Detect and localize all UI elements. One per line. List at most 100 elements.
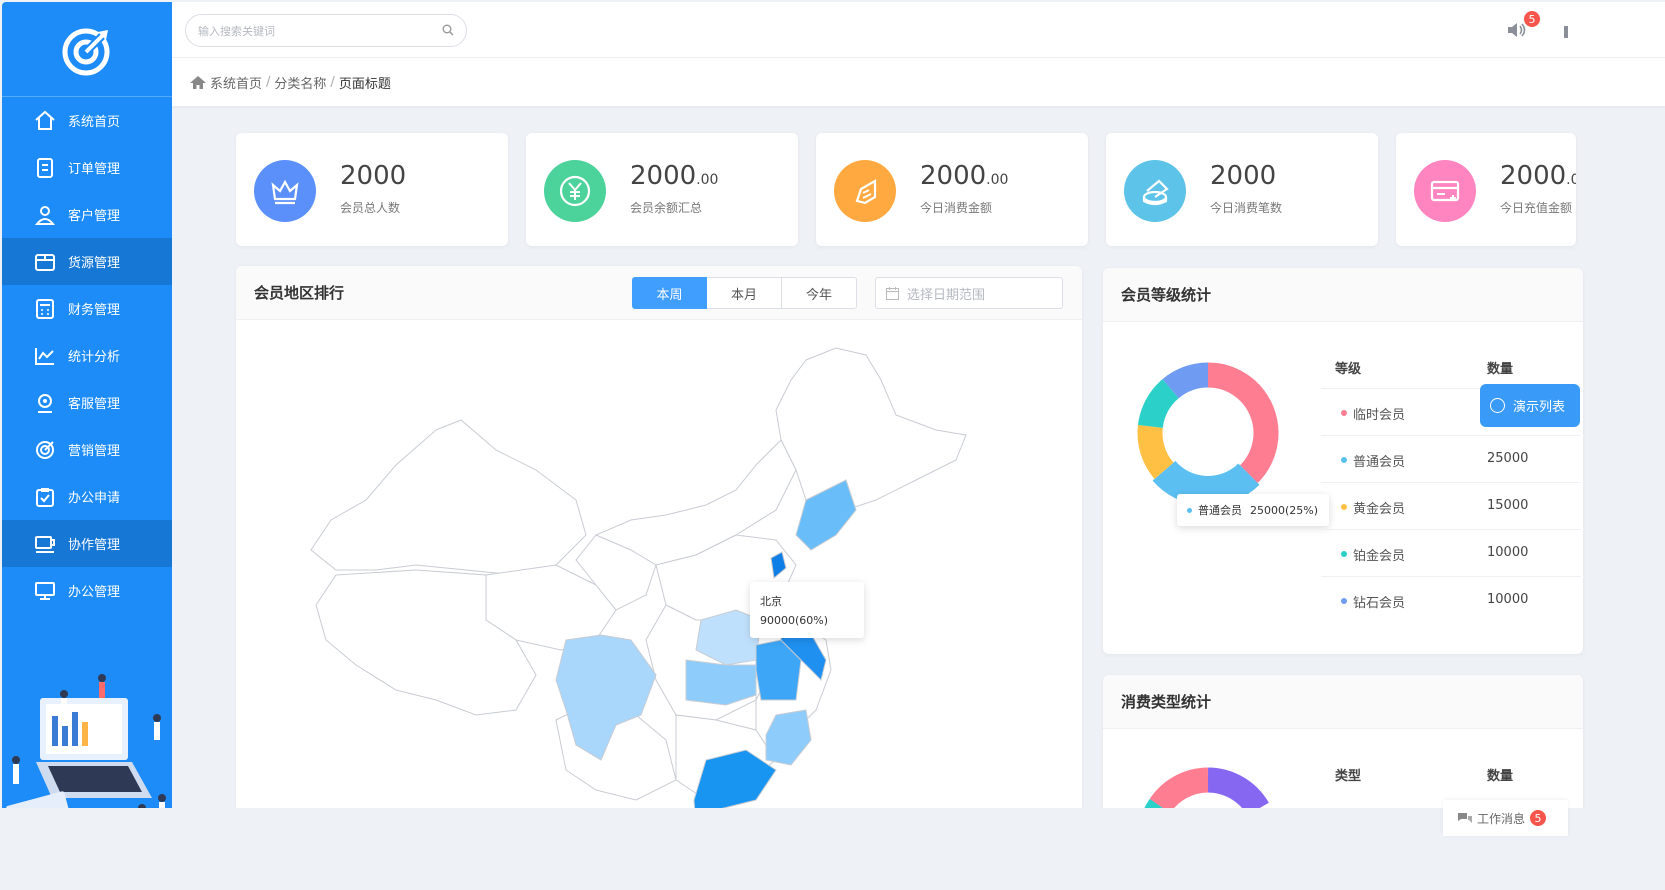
sidebar-item-1[interactable]: 订单管理 — [2, 144, 172, 191]
sidebar-item-label: 协作管理 — [68, 538, 121, 553]
yuan-icon — [544, 160, 606, 222]
app-logo[interactable] — [2, 2, 172, 97]
sidebar-item-3[interactable]: 货源管理 — [2, 238, 172, 285]
breadcrumb-home[interactable]: 系统首页 — [210, 73, 262, 92]
receipt-icon — [834, 160, 896, 222]
chat-icon — [1458, 812, 1472, 823]
level-name: 铂金会员 — [1353, 549, 1406, 564]
stat-value-main: 2000 — [920, 161, 987, 191]
panel-header: 会员地区排行 本周 本月 今年 选择日期范围 — [236, 266, 1082, 320]
date-range-picker[interactable]: 选择日期范围 — [875, 277, 1063, 309]
app-root: 系统首页订单管理客户管理货源管理财务管理统计分析客服管理营销管理办公申请协作管理… — [0, 0, 1665, 890]
sidebar-item-9[interactable]: 协作管理 — [2, 520, 172, 567]
breadcrumb-separator: / — [330, 74, 335, 90]
document-icon — [34, 157, 56, 179]
sidebar-item-7[interactable]: 营销管理 — [2, 426, 172, 473]
notification-button[interactable]: 5 — [1507, 10, 1541, 42]
level-color-dot — [1341, 504, 1347, 510]
level-count: 25000 — [1487, 451, 1529, 466]
breadcrumb-category[interactable]: 分类名称 — [274, 73, 326, 92]
stat-card[interactable]: 2000.00 今日充值金额 — [1396, 133, 1576, 246]
level-color-dot — [1341, 551, 1347, 557]
table-row[interactable]: 钻石会员 10000 — [1321, 576, 1581, 623]
demo-list-button[interactable]: 演示列表 — [1480, 384, 1580, 427]
stat-value-decimals: .00 — [1566, 172, 1576, 188]
calendar-icon — [886, 286, 899, 300]
tab-week[interactable]: 本周 — [632, 277, 707, 309]
sidebar: 系统首页订单管理客户管理货源管理财务管理统计分析客服管理营销管理办公申请协作管理… — [2, 2, 172, 850]
china-map[interactable] — [236, 320, 1082, 826]
tab-month[interactable]: 本月 — [707, 277, 782, 309]
sidebar-item-label: 客服管理 — [68, 397, 121, 412]
level-color-dot — [1341, 457, 1347, 463]
work-messages-button[interactable]: 工作消息 5 — [1443, 800, 1568, 836]
crown-icon — [254, 160, 316, 222]
level-name: 临时会员 — [1353, 408, 1406, 423]
sidebar-item-2[interactable]: 客户管理 — [2, 191, 172, 238]
breadcrumb-separator: / — [266, 74, 271, 90]
user-menu-edge[interactable] — [1564, 26, 1568, 38]
sidebar-item-label: 货源管理 — [68, 256, 121, 271]
region-ranking-panel: 会员地区排行 本周 本月 今年 选择日期范围 北京 90000(60%) — [236, 266, 1082, 826]
top-bar: 输入搜索关键词 5 — [172, 2, 1665, 58]
table-row[interactable]: 铂金会员 10000 — [1321, 529, 1581, 576]
level-count: 10000 — [1487, 545, 1529, 560]
stat-label: 会员总人数 — [340, 201, 401, 215]
circle-icon — [1490, 398, 1505, 413]
sidebar-item-label: 营销管理 — [68, 444, 121, 459]
table-row[interactable]: 普通会员 25000 — [1321, 435, 1581, 482]
level-name: 普通会员 — [1353, 455, 1406, 470]
member-level-table: 等级 数量 临时会员 普通会员 25000 黄金会员 15000 铂金会员 10000 钻石会… — [1321, 336, 1581, 636]
tooltip-region-value: 90000(60%) — [760, 614, 829, 627]
tab-year[interactable]: 今年 — [782, 277, 857, 309]
notification-badge: 5 — [1523, 10, 1541, 28]
member-level-donut[interactable] — [1133, 358, 1283, 508]
stat-card[interactable]: 2000 会员总人数 — [236, 133, 508, 246]
stat-card[interactable]: 2000.00 会员余额汇总 — [526, 133, 798, 246]
chart-icon — [34, 345, 56, 367]
col-level-header: 等级 — [1335, 362, 1362, 377]
sidebar-item-label: 订单管理 — [68, 162, 121, 177]
stat-card[interactable]: 2000 今日消费笔数 — [1106, 133, 1378, 246]
sidebar-item-label: 办公管理 — [68, 585, 121, 600]
panel-title: 会员地区排行 — [254, 284, 345, 302]
page-bottom-area — [0, 808, 1665, 890]
level-name: 钻石会员 — [1353, 596, 1406, 611]
breadcrumb-current: 页面标题 — [338, 76, 391, 92]
target-icon — [34, 439, 56, 461]
tooltip-region-name: 北京 — [760, 595, 782, 608]
sidebar-item-label: 财务管理 — [68, 303, 121, 318]
sidebar-item-5[interactable]: 统计分析 — [2, 332, 172, 379]
support-icon — [34, 392, 56, 414]
panel-title: 消费类型统计 — [1121, 693, 1212, 711]
tooltip-level-name: 普通会员 — [1198, 504, 1242, 517]
coins-icon — [1124, 160, 1186, 222]
map-tooltip: 北京 90000(60%) — [750, 582, 864, 638]
col-count-header: 数量 — [1487, 769, 1514, 784]
sidebar-item-4[interactable]: 财务管理 — [2, 285, 172, 332]
sidebar-item-8[interactable]: 办公申请 — [2, 473, 172, 520]
stat-label: 会员余额汇总 — [630, 201, 703, 215]
sidebar-item-10[interactable]: 办公管理 — [2, 567, 172, 614]
sidebar-item-0[interactable]: 系统首页 — [2, 97, 172, 144]
sidebar-item-label: 客户管理 — [68, 209, 121, 224]
level-name: 黄金会员 — [1353, 502, 1406, 517]
stat-card[interactable]: 2000.00 今日消费金额 — [816, 133, 1088, 246]
sidebar-item-label: 办公申请 — [68, 491, 121, 506]
target-logo-icon — [62, 28, 110, 76]
search-icon[interactable] — [442, 24, 454, 36]
table-row[interactable]: 黄金会员 15000 — [1321, 482, 1581, 529]
level-color-dot — [1341, 410, 1347, 416]
map-region-northeast — [775, 347, 967, 521]
home-icon[interactable] — [190, 75, 206, 89]
panel-title: 会员等级统计 — [1121, 286, 1212, 304]
messages-badge: 5 — [1529, 809, 1548, 827]
stat-value-main: 2000 — [1500, 161, 1567, 191]
sidebar-item-6[interactable]: 客服管理 — [2, 379, 172, 426]
stat-label: 今日充值金额 — [1500, 201, 1573, 215]
search-input[interactable]: 输入搜索关键词 — [185, 14, 467, 47]
stat-value-main: 2000 — [340, 161, 407, 191]
stat-value: 2000 — [1210, 161, 1276, 191]
donut-tooltip: 普通会员 25000(25%) — [1177, 494, 1329, 526]
stat-value-main: 2000 — [630, 161, 697, 191]
